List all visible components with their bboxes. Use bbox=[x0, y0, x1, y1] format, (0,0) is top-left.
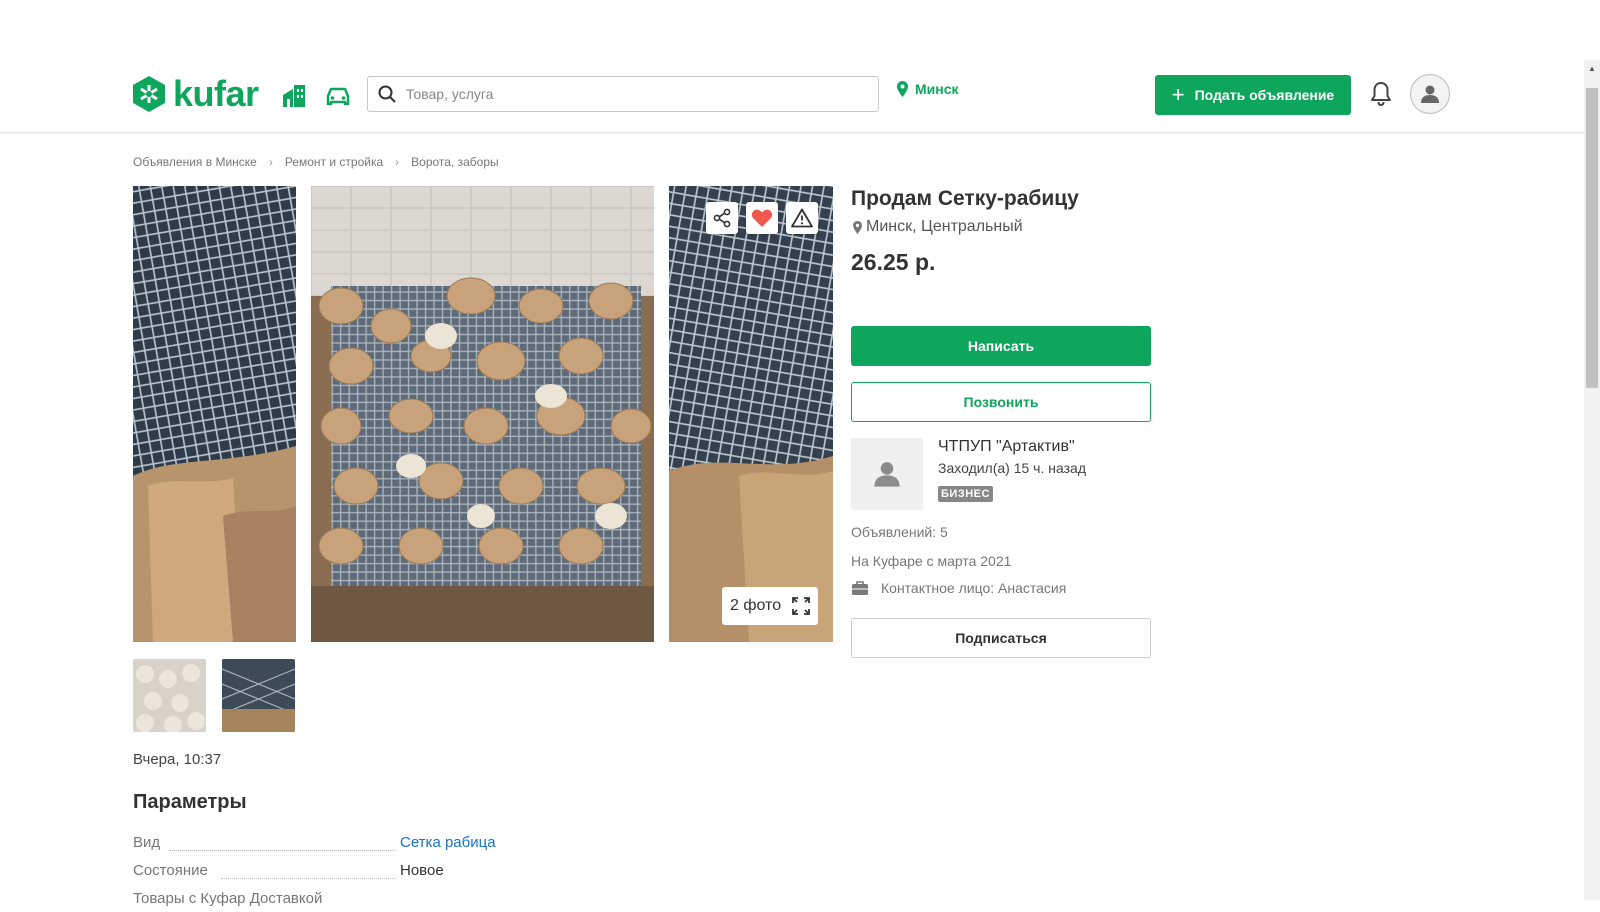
breadcrumb-separator-icon: › bbox=[395, 155, 400, 169]
share-icon bbox=[713, 208, 731, 228]
fullscreen-icon bbox=[792, 597, 811, 615]
param-row-delivery: Товары с Куфар Доставкой bbox=[133, 890, 533, 912]
param-value-link[interactable]: Сетка рабица bbox=[400, 834, 496, 851]
search-input[interactable] bbox=[404, 85, 848, 103]
favorite-button[interactable] bbox=[746, 202, 778, 234]
photo-next[interactable] bbox=[669, 186, 833, 642]
param-dots bbox=[221, 878, 395, 879]
location-pin-icon bbox=[853, 220, 862, 234]
scroll-thumb[interactable] bbox=[1586, 88, 1598, 388]
scroll-up-arrow-icon[interactable]: ▲ bbox=[1584, 60, 1600, 76]
contact-label: Контактное лицо: Анастасия bbox=[881, 580, 1067, 596]
plus-icon: + bbox=[1171, 82, 1185, 107]
thumbnail-image bbox=[222, 659, 295, 732]
kufar-logo[interactable]: kufar bbox=[131, 74, 259, 114]
listing-price: 26.25 р. bbox=[851, 249, 936, 275]
subscribe-button[interactable]: Подписаться bbox=[851, 618, 1151, 658]
post-ad-label: Подать объявление bbox=[1194, 87, 1335, 103]
car-icon[interactable] bbox=[323, 81, 353, 111]
site-header: kufar Минск + Подать объявление bbox=[0, 60, 1584, 133]
business-badge: БИЗНЕС bbox=[938, 486, 993, 502]
share-button[interactable] bbox=[706, 202, 738, 234]
param-value: Новое bbox=[400, 862, 444, 879]
seller-last-seen: Заходил(а) 15 ч. назад bbox=[938, 460, 1086, 476]
bell-icon[interactable] bbox=[1369, 81, 1393, 107]
user-icon bbox=[1421, 85, 1439, 103]
realty-icon[interactable] bbox=[279, 81, 309, 111]
param-row-type: Вид Сетка рабица bbox=[133, 834, 533, 856]
breadcrumb-item-gates[interactable]: Ворота, заборы bbox=[411, 155, 499, 169]
chain-link-photo-image bbox=[133, 186, 296, 642]
report-button[interactable] bbox=[786, 202, 818, 234]
chain-link-photo-image bbox=[669, 186, 833, 642]
seller-ads-count: Объявлений: 5 bbox=[851, 524, 948, 540]
search-icon bbox=[378, 85, 396, 103]
param-label: Товары с Куфар Доставкой bbox=[133, 890, 323, 907]
param-dots bbox=[169, 850, 395, 851]
kufar-logo-icon bbox=[133, 76, 165, 112]
photo-previous[interactable] bbox=[133, 186, 296, 642]
breadcrumb: Объявления в Минске › Ремонт и стройка ›… bbox=[133, 155, 499, 169]
briefcase-icon bbox=[852, 581, 868, 595]
breadcrumb-item-minsk[interactable]: Объявления в Минске bbox=[133, 155, 257, 169]
seller-avatar[interactable] bbox=[851, 438, 923, 510]
thumbnail-2[interactable] bbox=[222, 659, 295, 732]
location-pin-icon bbox=[897, 81, 908, 97]
heart-icon bbox=[751, 209, 773, 227]
params-heading: Параметры bbox=[133, 791, 247, 813]
profile-avatar-button[interactable] bbox=[1410, 74, 1450, 114]
thumbnail-image bbox=[133, 659, 206, 732]
city-label: Минск bbox=[915, 81, 959, 97]
call-button[interactable]: Позвонить bbox=[851, 382, 1151, 422]
thumbnail-1[interactable] bbox=[133, 659, 206, 732]
city-selector[interactable]: Минск bbox=[897, 81, 959, 97]
seller-name[interactable]: ЧТПУП "Артактив" bbox=[938, 438, 1075, 456]
breadcrumb-item-repair[interactable]: Ремонт и стройка bbox=[285, 155, 383, 169]
seller-contact-person: Контактное лицо: Анастасия bbox=[851, 580, 1066, 596]
location-label: Минск, Центральный bbox=[866, 218, 1023, 235]
seller-since: На Куфаре с марта 2021 bbox=[851, 553, 1012, 569]
search-box[interactable] bbox=[367, 76, 879, 112]
photo-count-fullscreen-button[interactable]: 2 фото bbox=[722, 587, 818, 625]
page-scrollbar[interactable]: ▲ bbox=[1584, 60, 1600, 900]
fence-rolls-photo-image bbox=[311, 186, 654, 642]
warning-icon bbox=[791, 208, 813, 228]
write-message-button[interactable]: Написать bbox=[851, 326, 1151, 366]
param-label: Состояние bbox=[133, 862, 208, 879]
post-ad-button[interactable]: + Подать объявление bbox=[1155, 75, 1351, 115]
user-icon bbox=[874, 462, 900, 487]
param-label: Вид bbox=[133, 834, 161, 851]
listing-location: Минск, Центральный bbox=[853, 218, 1023, 236]
logo-text: kufar bbox=[173, 73, 259, 114]
breadcrumb-separator-icon: › bbox=[268, 155, 273, 169]
param-row-condition: Состояние Новое bbox=[133, 862, 533, 884]
publish-date: Вчера, 10:37 bbox=[133, 751, 222, 768]
listing-title: Продам Сетку-рабицу bbox=[851, 187, 1079, 210]
photo-main[interactable] bbox=[311, 186, 654, 642]
photo-count-label: 2 фото bbox=[730, 597, 782, 614]
